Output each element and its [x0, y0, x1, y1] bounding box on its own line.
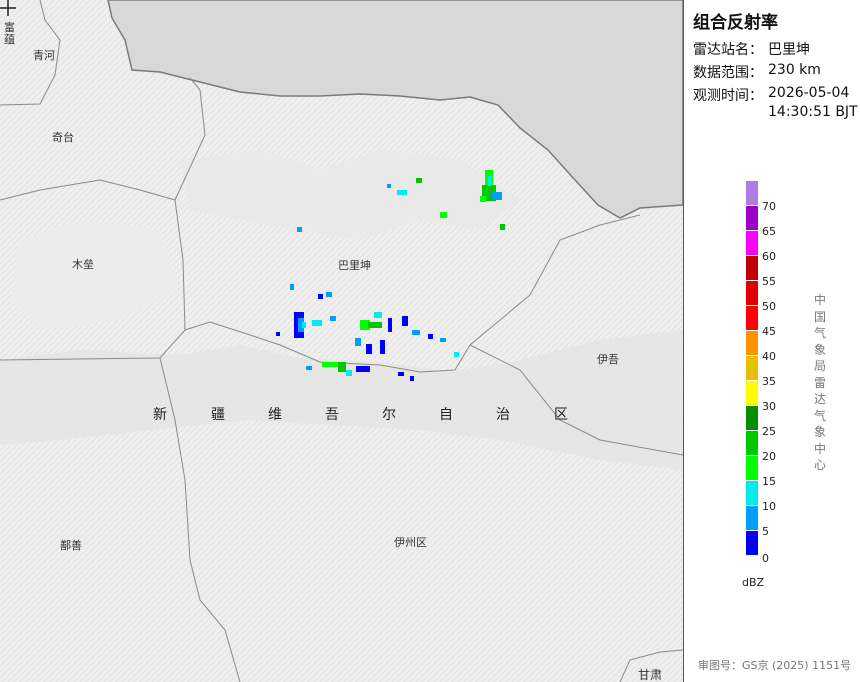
legend-swatch [746, 331, 758, 355]
legend-tick: 50 [762, 300, 776, 313]
station-label: 雷达站名： [693, 42, 763, 58]
legend-tick: 65 [762, 225, 776, 238]
legend-swatch [746, 231, 758, 255]
place-qinghe: 青河 [33, 49, 55, 62]
legend-tick: 25 [762, 425, 776, 438]
legend-swatch [746, 181, 758, 205]
time-label: 观测时间： [693, 88, 763, 104]
place-shanshan: 鄯善 [60, 539, 82, 552]
station-value: 巴里坤 [768, 42, 810, 58]
region-char: 疆 [211, 407, 225, 423]
legend-tick: 55 [762, 275, 776, 288]
map-review-number: 审图号：GS京 (2025) 1151号 [698, 659, 852, 672]
legend-tick: 20 [762, 450, 776, 463]
region-char: 新 [153, 407, 167, 423]
legend-swatch [746, 206, 758, 230]
radar-map[interactable]: 富 蕴 青河 奇台 木垒 巴里坤 伊吾 鄯善 伊州区 甘肃 新 疆 维 吾 尔 … [0, 0, 683, 682]
legend-swatch [746, 256, 758, 280]
region-char: 区 [554, 407, 568, 423]
legend-tick: 70 [762, 200, 776, 213]
range-value: 230 km [768, 62, 821, 78]
place-balikun: 巴里坤 [338, 259, 371, 272]
radar-viewer: 富 蕴 青河 奇台 木垒 巴里坤 伊吾 鄯善 伊州区 甘肃 新 疆 维 吾 尔 … [0, 0, 860, 682]
legend-swatch [746, 406, 758, 430]
agency-vertical-text: 中国气象局雷达气象中心 [813, 293, 826, 472]
legend-tick: 30 [762, 400, 776, 413]
legend-tick: 10 [762, 500, 776, 513]
radar-station-crosshair-icon [0, 0, 16, 16]
region-char: 吾 [325, 407, 339, 423]
place-yiwu: 伊吾 [597, 353, 619, 366]
product-title: 组合反射率 [693, 13, 778, 33]
map-canvas [0, 0, 683, 682]
legend-swatch [746, 356, 758, 380]
legend-swatch [746, 306, 758, 330]
legend-swatch [746, 381, 758, 405]
legend-swatch [746, 531, 758, 555]
place-fuyun: 富 蕴 [4, 21, 15, 46]
legend-swatch [746, 456, 758, 480]
region-char: 自 [439, 407, 453, 423]
place-mulei: 木垒 [72, 258, 94, 271]
legend-tick: 45 [762, 325, 776, 338]
legend-tick: 0 [762, 552, 769, 565]
region-char: 维 [268, 407, 282, 423]
legend-swatch [746, 431, 758, 455]
legend-swatch [746, 481, 758, 505]
range-label: 数据范围： [693, 65, 763, 81]
legend-tick: 60 [762, 250, 776, 263]
legend-tick: 5 [762, 525, 769, 538]
region-char: 尔 [382, 407, 396, 423]
time-date: 2026-05-04 [768, 85, 850, 101]
legend-tick: 15 [762, 475, 776, 488]
region-char: 治 [496, 407, 510, 423]
place-yizhou: 伊州区 [394, 536, 427, 549]
info-panel: 组合反射率 雷达站名： 巴里坤 数据范围： 230 km 观测时间： 2026-… [683, 0, 860, 682]
legend-tick: 40 [762, 350, 776, 363]
legend-swatch [746, 506, 758, 530]
place-qitai: 奇台 [52, 131, 74, 144]
place-gansu: 甘肃 [638, 668, 663, 682]
legend-swatch [746, 281, 758, 305]
legend-tick: 35 [762, 375, 776, 388]
time-clock: 14:30:51 BJT [768, 104, 858, 120]
legend-unit: dBZ [742, 576, 765, 589]
